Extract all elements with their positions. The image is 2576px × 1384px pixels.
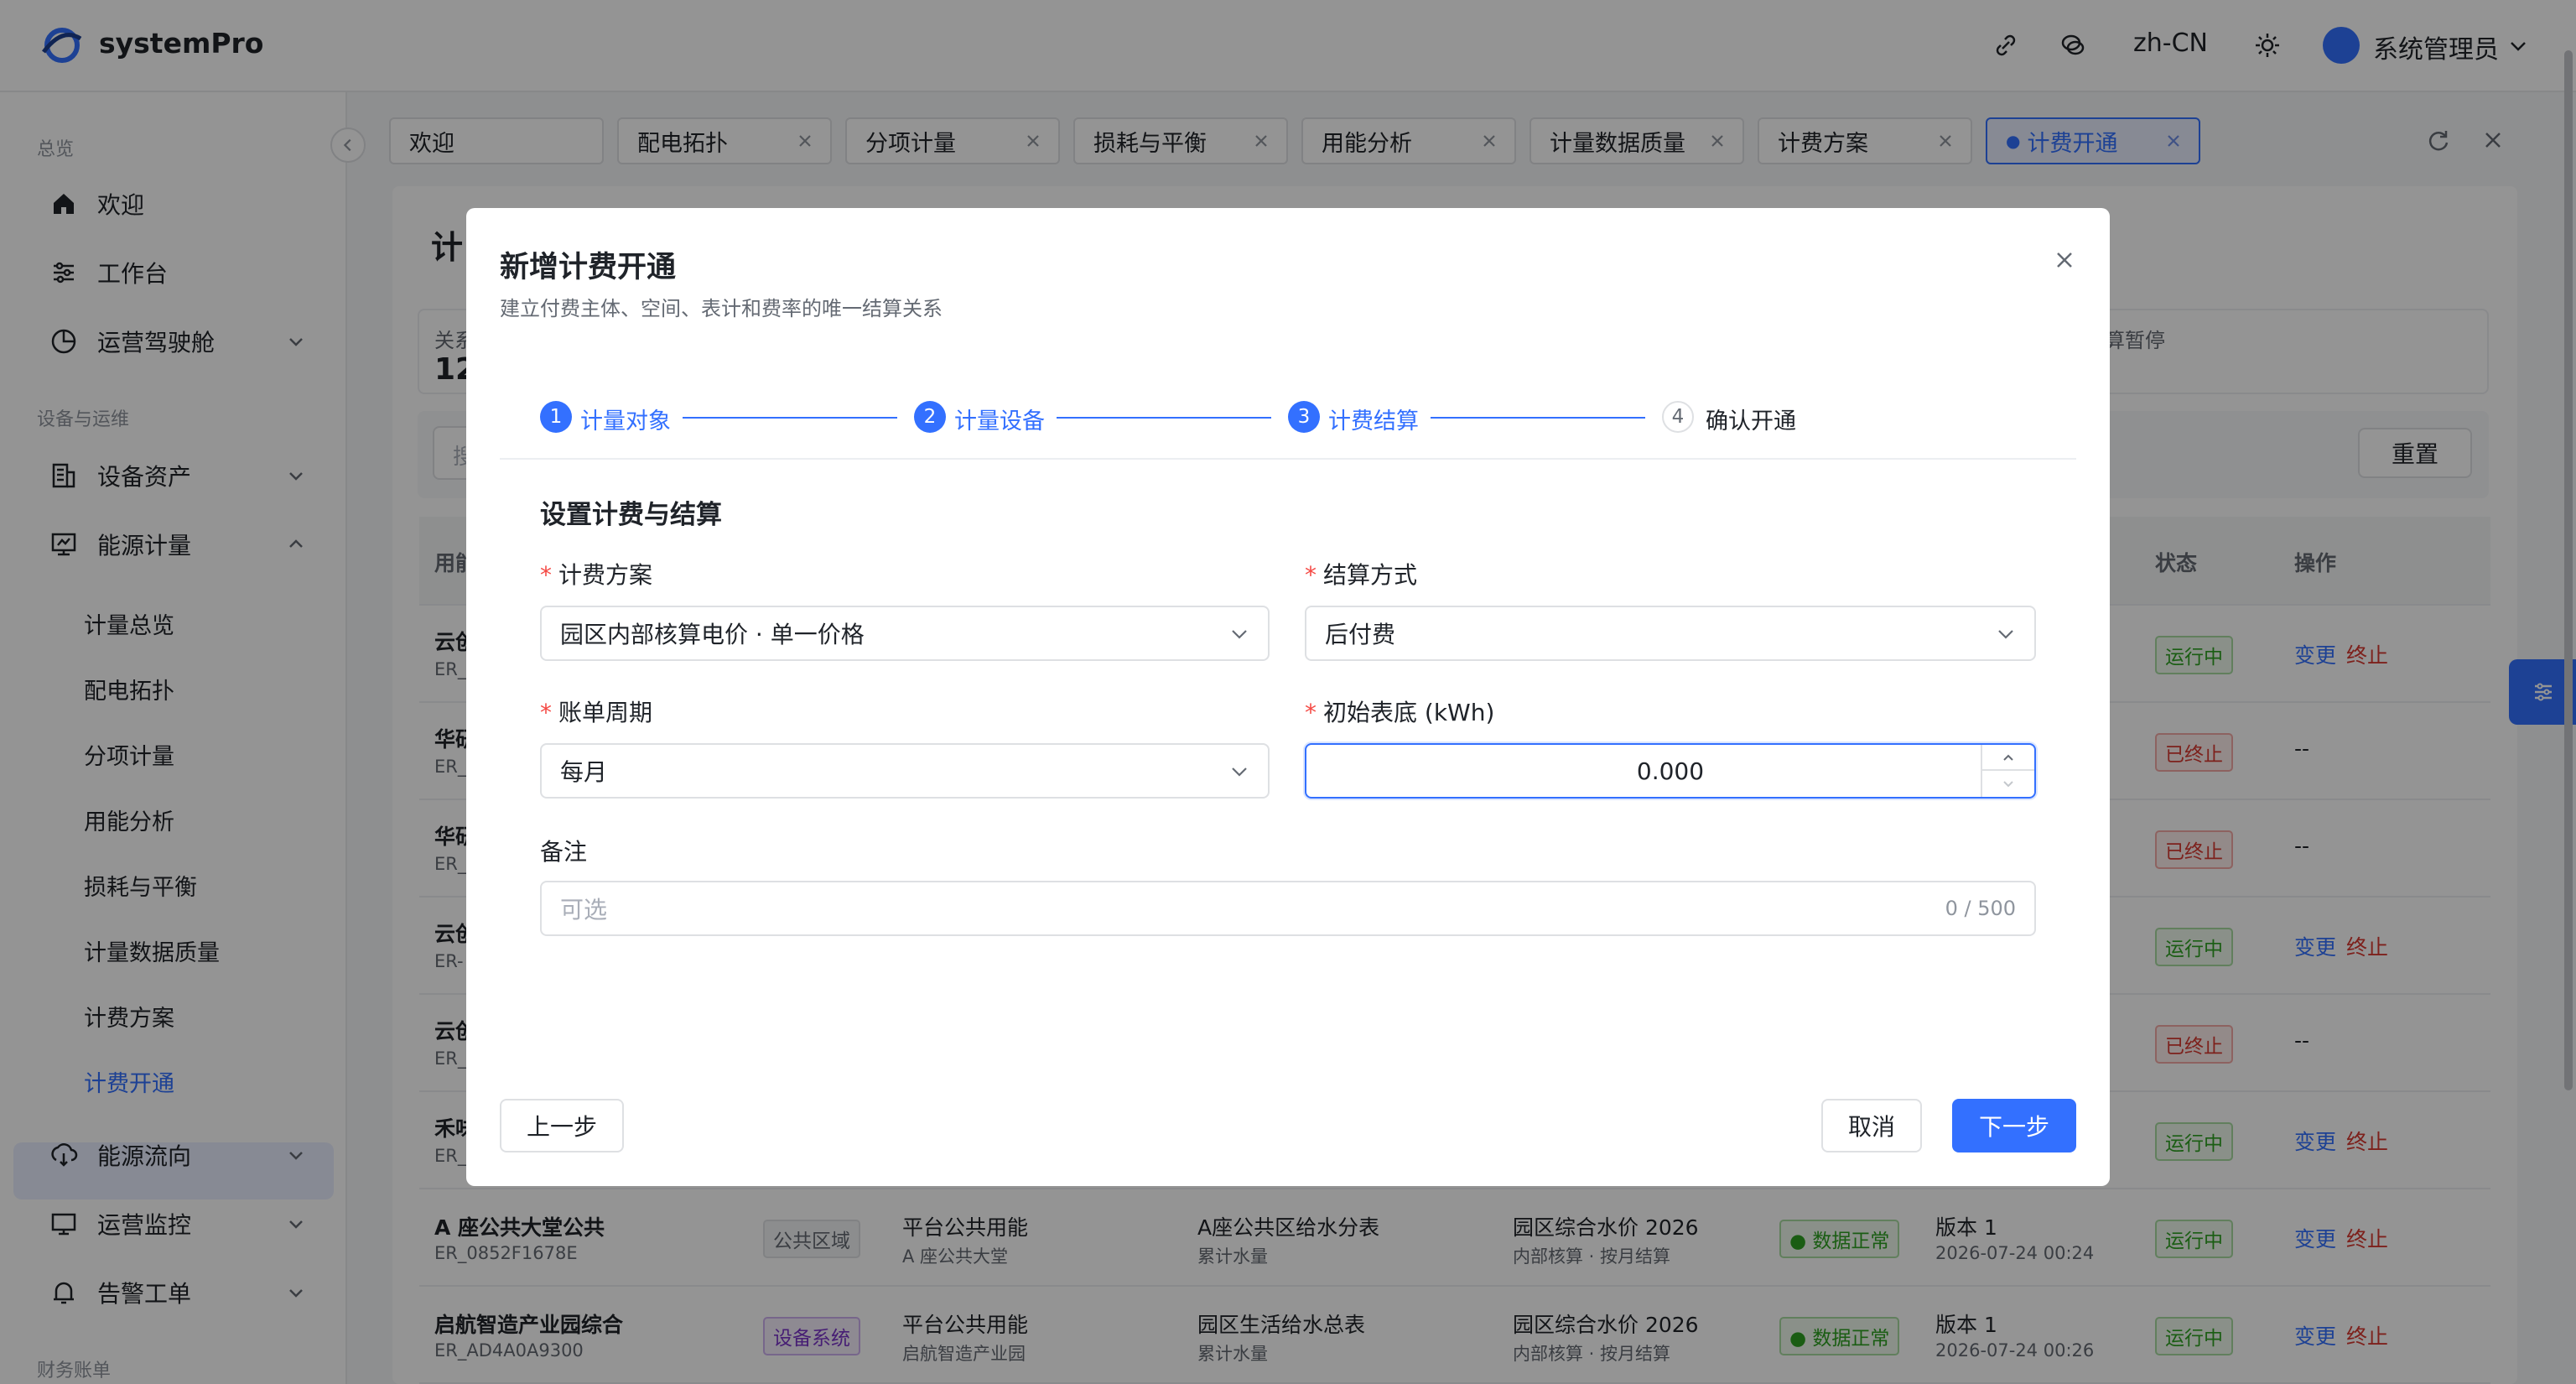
step-connector [1431,417,1645,419]
increment-button[interactable] [1981,745,2034,771]
selected-value: 后付费 [1325,621,1396,648]
next-step-button[interactable]: 下一步 [1952,1099,2076,1152]
initial-reading-input[interactable]: 0.000 [1305,743,2036,799]
step-connector [1057,417,1271,419]
bill-cycle-label: * 账单周期 [540,695,652,728]
close-icon[interactable] [2051,247,2078,273]
settlement-label: * 结算方式 [1305,557,1417,591]
step-connector [683,417,897,419]
modal-subtitle: 建立付费主体、空间、表计和费率的唯一结算关系 [500,297,943,320]
step-1-label[interactable]: 计量对象 [580,403,671,435]
initial-reading-label: * 初始表底 (kWh) [1305,695,1494,728]
chevron-down-icon [1998,630,2013,639]
bill-cycle-select[interactable]: 每月 [540,743,1270,799]
section-title: 设置计费与结算 [540,500,722,530]
char-counter: 0 / 500 [1945,897,2016,920]
create-billing-modal: 新增计费开通 建立付费主体、空间、表计和费率的唯一结算关系 1 计量对象 2 计… [466,208,2110,1186]
step-4-number: 4 [1662,401,1694,433]
required-mark: * [1305,561,1317,589]
remark-input[interactable]: 可选 0 / 500 [540,881,2036,936]
decrement-button[interactable] [1981,771,2034,797]
required-mark: * [540,699,552,726]
step-4-label: 确认开通 [1706,408,1796,434]
chevron-down-icon [1232,630,1247,639]
required-mark: * [1305,699,1317,726]
required-mark: * [540,561,552,589]
settlement-select[interactable]: 后付费 [1305,606,2036,661]
divider [500,458,2076,460]
chevron-up-icon [2003,754,2013,761]
step-2-number: 2 [914,401,946,433]
modal-title: 新增计费开通 [500,251,677,284]
label-text: 初始表底 (kWh) [1323,699,1495,726]
chevron-down-icon [2003,780,2013,787]
label-text: 计费方案 [558,561,653,589]
cancel-button[interactable]: 取消 [1821,1099,1922,1152]
step-2-label[interactable]: 计量设备 [954,403,1045,435]
step-1-number: 1 [540,401,572,433]
chevron-down-icon [1232,767,1247,777]
step-3-label[interactable]: 计费结算 [1328,403,1419,435]
label-text: 账单周期 [558,699,653,726]
prev-step-button[interactable]: 上一步 [500,1099,624,1152]
step-3-number: 3 [1288,401,1320,433]
billing-plan-label: * 计费方案 [540,557,652,591]
remark-label: 备注 [540,838,588,866]
selected-value: 园区内部核算电价 · 单一价格 [560,621,865,648]
selected-value: 每月 [560,758,608,786]
placeholder-text: 可选 [560,896,608,924]
input-value: 0.000 [1636,757,1705,785]
billing-plan-select[interactable]: 园区内部核算电价 · 单一价格 [540,606,1270,661]
label-text: 结算方式 [1323,561,1418,589]
